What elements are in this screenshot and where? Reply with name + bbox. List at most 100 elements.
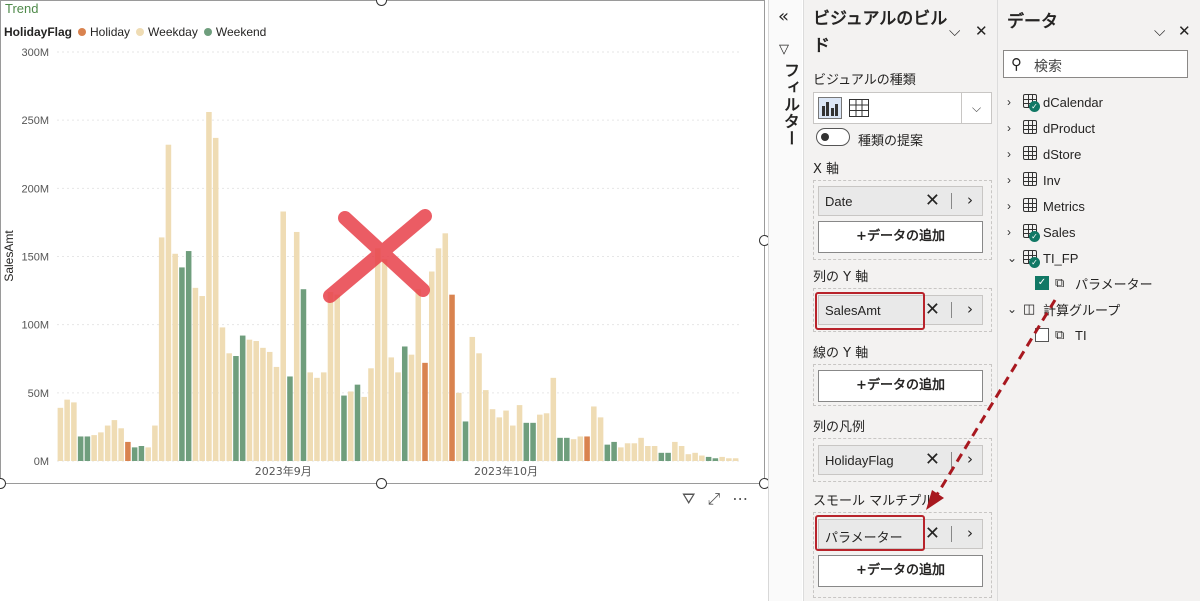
- tree-item-metrics[interactable]: › Metrics: [1007, 195, 1085, 217]
- chart-bar: [192, 287, 199, 461]
- close-icon[interactable]: ✕: [975, 22, 988, 40]
- chart-bar: [334, 294, 340, 461]
- tree-item-inv[interactable]: › Inv: [1007, 169, 1060, 191]
- checkbox-checked[interactable]: ✓: [1035, 276, 1049, 290]
- chart-bar: [570, 439, 577, 461]
- y-tick-label: 150M: [21, 252, 49, 264]
- chevron-right-icon[interactable]: ›: [1007, 95, 1023, 109]
- field-item-ti[interactable]: ⧉ TI: [1035, 324, 1087, 346]
- filter-icon[interactable]: ⛛: [682, 489, 695, 509]
- chart-bar: [415, 289, 422, 461]
- checkbox-unchecked[interactable]: [1035, 328, 1049, 342]
- legend-item-holiday[interactable]: Holiday: [78, 25, 130, 39]
- chart-bar: [71, 402, 77, 461]
- table-name: Metrics: [1043, 198, 1085, 214]
- resize-handle-bottom[interactable]: [376, 478, 387, 489]
- legend-label: Weekend: [215, 25, 267, 39]
- build-pane-title: ビジュアルのビルド: [813, 9, 948, 56]
- chart-bar: [57, 407, 64, 461]
- table-visual-icon[interactable]: [848, 97, 870, 119]
- chart-bar: [489, 409, 496, 461]
- chart-bar: [624, 443, 631, 461]
- chart-bar: [719, 456, 725, 461]
- calculation-group-icon: ◫: [1023, 301, 1036, 316]
- chevron-right-icon[interactable]: ›: [1007, 121, 1023, 135]
- chevron-down-icon[interactable]: ⌵: [1154, 22, 1165, 40]
- chart-bar: [165, 144, 172, 461]
- chevron-right-icon[interactable]: ›: [967, 450, 973, 468]
- legend-item-weekend[interactable]: Weekend: [203, 25, 267, 39]
- chevron-down-icon[interactable]: ⌵: [961, 93, 991, 123]
- x-axis-field[interactable]: Date ✕ ›: [818, 186, 983, 216]
- remove-field-icon[interactable]: ✕: [925, 190, 940, 211]
- chart-bar: [395, 372, 401, 461]
- chart-bar: [645, 446, 651, 461]
- divider: [951, 302, 952, 318]
- suggest-type-toggle[interactable]: [816, 128, 850, 146]
- chart-bar: [246, 339, 253, 461]
- field-item-parameter[interactable]: ✓ ⧉ パラメーター: [1035, 272, 1153, 294]
- tree-item-dstore[interactable]: › dStore: [1007, 143, 1081, 165]
- legend-item-weekday[interactable]: Weekday: [136, 25, 198, 39]
- chevron-expanded-icon[interactable]: ⌄: [1007, 251, 1023, 265]
- chart-plot: 300M 250M 200M 150M 100M 50M 0M SalesAmt 2023年9月…: [2, 47, 739, 478]
- focus-mode-icon[interactable]: ⤢: [707, 489, 720, 509]
- tree-item-ti_fp[interactable]: ⌄ ✓ TI_FP: [1007, 247, 1078, 269]
- field-name: HolidayFlag: [825, 453, 894, 468]
- column-chart-icon[interactable]: [818, 97, 842, 119]
- chevron-right-icon[interactable]: ›: [967, 300, 973, 318]
- legend-field[interactable]: HolidayFlag ✕ ›: [818, 445, 983, 475]
- chevron-right-icon[interactable]: ›: [1007, 147, 1023, 161]
- chevron-right-icon[interactable]: ›: [1007, 199, 1023, 213]
- chart-bar: [577, 436, 584, 461]
- highlight-salesamt: [815, 292, 925, 330]
- chart-bar: [732, 458, 739, 461]
- chart-bar: [131, 447, 138, 461]
- x-axis-label: X 軸: [813, 162, 840, 177]
- chevron-right-icon[interactable]: ›: [967, 191, 973, 209]
- add-data-button[interactable]: +データの追加: [818, 221, 983, 253]
- field-name: TI: [1075, 327, 1087, 343]
- resize-handle-left-bottom[interactable]: [0, 478, 6, 489]
- chevron-right-icon[interactable]: ›: [1007, 173, 1023, 187]
- chevron-down-icon[interactable]: ⌵: [949, 22, 960, 40]
- chevron-right-icon[interactable]: ›: [967, 524, 973, 542]
- chart-bar: [442, 233, 449, 461]
- tree-item-dcalendar[interactable]: › ✓ dCalendar: [1007, 91, 1103, 113]
- search-placeholder: 検索: [1034, 58, 1062, 74]
- remove-field-icon[interactable]: ✕: [925, 449, 940, 470]
- chart-bar: [658, 452, 665, 461]
- tree-item-calc-group[interactable]: ⌄ ◫ 計算グループ: [1007, 298, 1120, 320]
- more-options-icon[interactable]: ⋯: [732, 489, 748, 509]
- remove-field-icon[interactable]: ✕: [925, 299, 940, 320]
- table-grid-icon: [1023, 198, 1037, 212]
- chevron-right-icon[interactable]: ›: [1007, 225, 1023, 239]
- double-chevron-left-icon[interactable]: «: [778, 6, 789, 27]
- chart-bar: [537, 414, 543, 461]
- checkmark-badge-icon: ✓: [1029, 257, 1040, 268]
- tree-item-dproduct[interactable]: › dProduct: [1007, 117, 1095, 139]
- y-column-label: 列の Y 軸: [813, 270, 869, 285]
- chart-bar: [604, 444, 611, 461]
- chart-bar: [361, 396, 368, 461]
- data-pane: データ ⌵ ✕ ⚲ 検索 › ✓ dCalendar › dProduct › dStore…: [997, 0, 1200, 601]
- filter-pane-label[interactable]: フィルター: [778, 62, 802, 147]
- chart-bar: [374, 248, 381, 461]
- chart-bar: [422, 362, 428, 461]
- chart-bar: [199, 296, 205, 461]
- tree-item-sales[interactable]: › ✓ Sales: [1007, 221, 1076, 243]
- clustered-column-visual[interactable]: Trend HolidayFlag Holiday Weekday Weeken…: [0, 0, 765, 484]
- add-data-button[interactable]: +データの追加: [818, 370, 983, 402]
- close-icon[interactable]: ✕: [1178, 22, 1191, 40]
- search-input[interactable]: ⚲ 検索: [1003, 50, 1188, 78]
- chart-bar: [685, 454, 692, 461]
- divider: [951, 526, 952, 542]
- remove-field-icon[interactable]: ✕: [925, 523, 940, 544]
- checkmark-badge-icon: ✓: [1029, 101, 1040, 112]
- viz-type-selector[interactable]: ⌵: [813, 92, 992, 124]
- chart-bar: [672, 441, 678, 461]
- y-line-label: 線の Y 軸: [813, 346, 869, 361]
- chart-bar: [483, 390, 489, 461]
- x-tick-label: 2023年10月: [474, 464, 538, 478]
- add-data-button[interactable]: +データの追加: [818, 555, 983, 587]
